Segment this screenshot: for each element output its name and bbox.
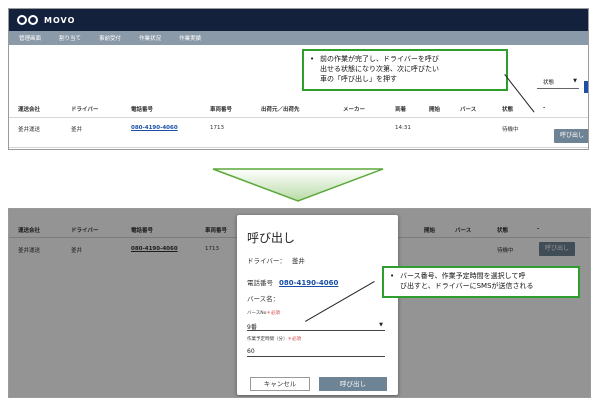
- col-header-origin-destination: 出荷元／出荷先: [261, 107, 300, 113]
- col-header-driver: ドライバー: [71, 107, 99, 113]
- driver-label: ドライバー：: [247, 257, 286, 265]
- col-header-phone: 電話番号: [131, 107, 154, 113]
- cancel-button[interactable]: キャンセル: [250, 377, 310, 391]
- berth-select-value: 9番: [247, 324, 257, 331]
- table-header-divider: [9, 117, 588, 118]
- required-mark: ＊必須: [266, 311, 280, 316]
- bullet-icon: •: [390, 272, 395, 280]
- cell-arrival: 14:31: [395, 125, 411, 131]
- status-filter-label: 状態: [543, 80, 555, 86]
- berth-no-label: バースNo＊必須: [247, 311, 280, 316]
- col-header-berth: バース: [460, 107, 477, 113]
- cell-company: 釜井運送: [18, 127, 41, 133]
- cell-status: 待機中: [502, 127, 519, 133]
- status-filter-select[interactable]: 状態 ▼: [537, 75, 579, 89]
- callout-top-line-3: 車の「呼び出し」を押す: [320, 75, 397, 83]
- col-header-start: 開始: [429, 107, 441, 113]
- berth-select[interactable]: 9番 ▼: [247, 319, 385, 331]
- work-time-label: 作業予定時間（分）＊必須: [247, 337, 302, 342]
- bullet-icon: •: [310, 55, 315, 63]
- phone-link[interactable]: 080-4190-4060: [131, 125, 178, 131]
- dialog-phone-link[interactable]: 080-4190-4060: [279, 279, 338, 287]
- callout-top-line-1: 前の作業が完了し、ドライバーを呼び: [320, 55, 439, 63]
- phone-row: 電話番号 080-4190-4060: [247, 277, 338, 287]
- cell-driver: 釜井: [71, 127, 83, 133]
- movo-logo[interactable]: MOVO: [17, 14, 75, 26]
- col-header-arrival: 到着: [395, 107, 407, 113]
- main-nav: 管理画面 割り当て 事前受付 作業状況 作業実績: [9, 31, 588, 45]
- work-time-value: 60: [247, 348, 255, 355]
- side-tab-handle[interactable]: [584, 81, 588, 93]
- col-header-action: -: [543, 105, 546, 111]
- cell-vehicle: 1713: [210, 125, 224, 131]
- row-divider: [9, 147, 588, 148]
- col-header-vehicle: 車両番号: [210, 107, 233, 113]
- call-button[interactable]: 呼び出し: [554, 129, 588, 143]
- nav-item-work-results[interactable]: 作業実績: [179, 34, 201, 42]
- callout-bottom-line-1: バース番号、作業予定時間を選択して呼: [400, 272, 526, 280]
- phone-label: 電話番号: [247, 279, 273, 287]
- callout-instruction-bottom: • バース番号、作業予定時間を選択して呼 び出すと、ドライバーにSMSが送信され…: [382, 266, 580, 298]
- chevron-down-icon: ▼: [379, 322, 383, 328]
- chevron-down-icon: ▼: [573, 78, 577, 84]
- callout-bottom-line-2: び出すと、ドライバーにSMSが送信される: [400, 282, 534, 290]
- transition-arrow-icon: [212, 168, 384, 202]
- required-mark: ＊必須: [287, 337, 302, 342]
- bottom-screen: 運送会社 ドライバー 電話番号 車両番号 開始 バース 状態 - 釜井運送 釜井…: [8, 208, 591, 398]
- nav-item-admin[interactable]: 管理画面: [19, 34, 41, 42]
- col-header-maker: メーカー: [343, 107, 366, 113]
- work-time-input[interactable]: 60: [247, 345, 385, 357]
- call-dialog: 呼び出し ドライバー： 釜井 電話番号 080-4190-4060 バース名： バー…: [237, 215, 398, 395]
- logo-text: MOVO: [44, 15, 76, 25]
- berth-name-label: バース名：: [247, 295, 280, 303]
- driver-row: ドライバー： 釜井: [247, 255, 305, 265]
- col-header-status: 状態: [502, 107, 514, 113]
- col-header-company: 運送会社: [18, 107, 41, 113]
- callout-instruction-top: • 前の作業が完了し、ドライバーを呼び 出せる状態になり次第、次に呼びたい 車の…: [302, 49, 508, 91]
- callout-top-line-2: 出せる状態になり次第、次に呼びたい: [320, 65, 439, 73]
- dialog-call-button[interactable]: 呼び出し: [319, 377, 387, 391]
- app-header: MOVO: [9, 9, 588, 31]
- logo-mark-icon: [17, 15, 38, 25]
- nav-item-work-status[interactable]: 作業状況: [139, 34, 161, 42]
- nav-item-reception[interactable]: 事前受付: [99, 34, 121, 42]
- nav-item-assign[interactable]: 割り当て: [59, 34, 81, 42]
- driver-value: 釜井: [291, 257, 305, 265]
- dialog-title: 呼び出し: [247, 231, 296, 245]
